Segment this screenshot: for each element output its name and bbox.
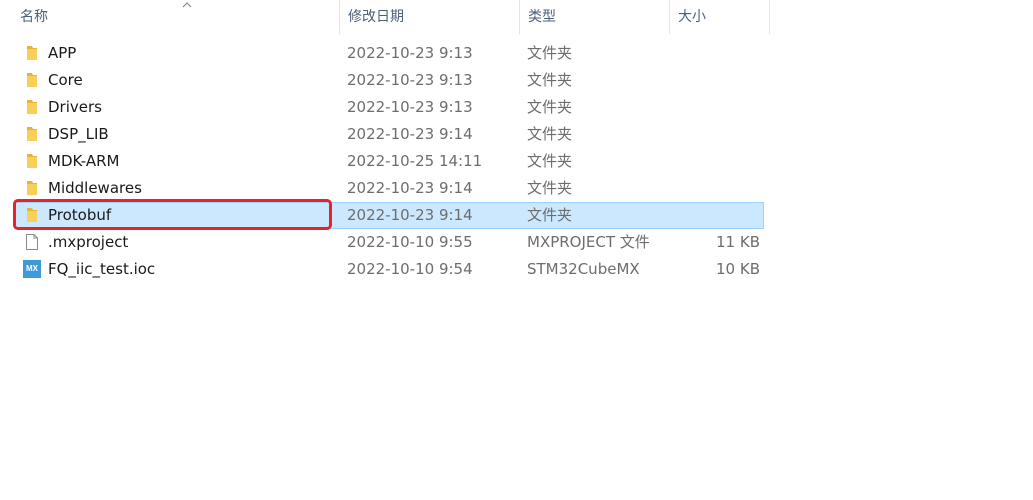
file-row[interactable]: Middlewares 2022-10-23 9:14 文件夹	[14, 175, 764, 202]
file-explorer: 名称 修改日期 类型 大小 APP 2022-10-23 9:13 文件夹 Core 2…	[0, 0, 1033, 500]
file-name: Core	[48, 71, 83, 89]
file-type: 文件夹	[527, 179, 573, 197]
file-size	[670, 149, 760, 174]
file-row[interactable]: .mxproject 2022-10-10 9:55 MXPROJECT 文件 11 …	[14, 229, 764, 256]
file-size	[670, 176, 760, 201]
column-header: 名称 修改日期 类型 大小	[0, 0, 770, 34]
file-type: 文件夹	[527, 125, 573, 143]
mx-badge-label: MX	[23, 260, 41, 278]
file-type: 文件夹	[527, 206, 573, 224]
file-size	[670, 95, 760, 120]
column-header-type-label: 类型	[528, 9, 556, 25]
column-header-size-label: 大小	[678, 9, 706, 25]
folder-icon	[23, 179, 41, 197]
folder-icon	[23, 152, 41, 170]
file-date-modified: 2022-10-23 9:13	[347, 71, 473, 89]
file-name: APP	[48, 44, 77, 62]
file-date-modified: 2022-10-23 9:14	[347, 206, 473, 224]
file-date-modified: 2022-10-23 9:14	[347, 179, 473, 197]
file-date-modified: 2022-10-10 9:55	[347, 233, 473, 251]
folder-icon	[23, 98, 41, 116]
file-type: MXPROJECT 文件	[527, 233, 650, 251]
column-header-name[interactable]: 名称	[12, 0, 340, 34]
folder-icon	[23, 206, 41, 224]
folder-icon	[23, 71, 41, 89]
file-size	[670, 41, 760, 66]
column-header-size[interactable]: 大小	[670, 0, 770, 34]
sort-ascending-icon	[182, 1, 192, 9]
file-type: 文件夹	[527, 152, 573, 170]
column-header-type[interactable]: 类型	[520, 0, 670, 34]
folder-icon	[23, 125, 41, 143]
file-type: 文件夹	[527, 44, 573, 62]
file-type: 文件夹	[527, 98, 573, 116]
stm32cubemx-icon: MX	[23, 260, 41, 278]
file-date-modified: 2022-10-25 14:11	[347, 152, 483, 170]
file-icon	[23, 233, 41, 251]
file-type: 文件夹	[527, 71, 573, 89]
file-row[interactable]: Core 2022-10-23 9:13 文件夹	[14, 67, 764, 94]
file-row[interactable]: MDK-ARM 2022-10-25 14:11 文件夹	[14, 148, 764, 175]
file-date-modified: 2022-10-23 9:13	[347, 98, 473, 116]
file-type: STM32CubeMX	[527, 260, 640, 278]
file-size	[670, 122, 760, 147]
file-size	[670, 68, 760, 93]
file-name: MDK-ARM	[48, 152, 120, 170]
file-name: .mxproject	[48, 233, 129, 251]
file-row[interactable]: APP 2022-10-23 9:13 文件夹	[14, 40, 764, 67]
file-name: FQ_iic_test.ioc	[48, 260, 156, 278]
file-size: 10 KB	[716, 260, 760, 278]
file-date-modified: 2022-10-23 9:14	[347, 125, 473, 143]
file-name: Protobuf	[48, 206, 112, 224]
file-date-modified: 2022-10-10 9:54	[347, 260, 473, 278]
column-header-date[interactable]: 修改日期	[340, 0, 520, 34]
file-row[interactable]: DSP_LIB 2022-10-23 9:14 文件夹	[14, 121, 764, 148]
file-name: Middlewares	[48, 179, 142, 197]
file-row[interactable]: MX FQ_iic_test.ioc 2022-10-10 9:54 STM32Cub…	[14, 256, 764, 283]
folder-icon	[23, 44, 41, 62]
file-size	[670, 203, 760, 228]
file-name: Drivers	[48, 98, 102, 116]
column-header-name-label: 名称	[20, 9, 48, 25]
file-row[interactable]: Drivers 2022-10-23 9:13 文件夹	[14, 94, 764, 121]
file-size: 11 KB	[716, 233, 760, 251]
file-name: DSP_LIB	[48, 125, 109, 143]
file-date-modified: 2022-10-23 9:13	[347, 44, 473, 62]
column-header-date-label: 修改日期	[348, 9, 404, 25]
file-row[interactable]: Protobuf 2022-10-23 9:14 文件夹	[14, 202, 764, 229]
